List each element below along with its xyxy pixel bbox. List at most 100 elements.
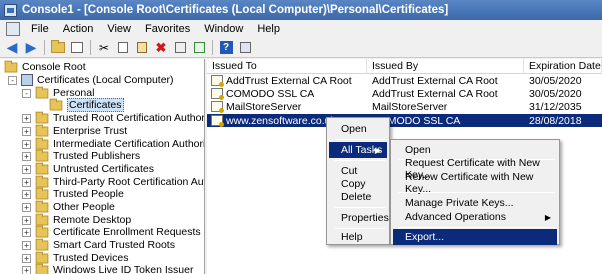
certificate-store-icon	[21, 74, 33, 86]
menu-item-delete[interactable]: Delete	[329, 189, 387, 205]
tree-node-store[interactable]: + Trusted People	[22, 187, 124, 200]
table-row-selected[interactable]: www.zensoftware.co.uk COMODO SSL CA 28/0…	[207, 114, 602, 127]
tree-node-store[interactable]: + Trusted Publishers	[22, 149, 140, 162]
toolbar: ◀ ▶ ✂ ✖ ?	[0, 38, 602, 58]
column-header-issued-by[interactable]: Issued By	[367, 59, 524, 74]
expand-icon[interactable]: +	[22, 126, 31, 136]
tree-node-store[interactable]: + Third-Party Root Certification Authori…	[22, 175, 204, 188]
submenu-arrow-icon: ▶	[374, 145, 381, 155]
system-menu-icon[interactable]	[6, 22, 20, 36]
menu-file[interactable]: File	[24, 23, 56, 35]
submenu-arrow-icon: ▶	[544, 212, 551, 222]
folder-icon	[35, 238, 49, 250]
toolbar-separator	[212, 40, 213, 55]
menu-view[interactable]: View	[100, 23, 138, 35]
submenu-item-advanced-operations-label: Advanced Operations	[405, 211, 506, 223]
cut-icon[interactable]: ✂	[95, 39, 113, 57]
column-header-expiration-date[interactable]: Expiration Date	[524, 59, 602, 74]
show-action-pane-icon[interactable]	[236, 39, 254, 57]
tree-node-store[interactable]: + Untrusted Certificates	[22, 162, 154, 175]
menu-separator	[399, 227, 555, 228]
submenu-item-renew-new-key[interactable]: Renew Certificate with New Key...	[393, 171, 557, 195]
tree-node-console-root[interactable]: Console Root	[4, 60, 86, 73]
menu-separator	[335, 207, 385, 208]
submenu-item-advanced-operations[interactable]: Advanced Operations ▶	[393, 209, 557, 225]
submenu-item-export[interactable]: Export...	[393, 229, 557, 245]
menu-item-all-tasks[interactable]: All Tasks ▶	[329, 142, 387, 158]
tree-node-certificates[interactable]: Certificates	[49, 98, 124, 112]
expand-icon[interactable]: +	[22, 202, 31, 212]
menu-item-open[interactable]: Open	[329, 121, 387, 137]
expand-icon[interactable]: +	[22, 253, 31, 263]
folder-icon	[35, 111, 49, 123]
menu-item-help[interactable]: Help	[329, 229, 387, 245]
column-header-issued-to[interactable]: Issued To	[207, 59, 367, 74]
menu-item-properties[interactable]: Properties	[329, 210, 389, 226]
folder-icon	[35, 187, 49, 199]
menu-action[interactable]: Action	[56, 23, 101, 35]
expand-icon[interactable]: +	[22, 164, 31, 174]
table-row[interactable]: MailStoreServer MailStoreServer 31/12/20…	[207, 100, 602, 113]
folder-icon	[35, 86, 49, 98]
collapse-icon[interactable]: -	[22, 88, 31, 98]
title-bar: Console1 - [Console Root\Certificates (L…	[0, 0, 602, 20]
issued-to-cell: MailStoreServer	[226, 100, 302, 113]
context-menu: Open All Tasks ▶ Cut Copy Delete Propert…	[326, 117, 390, 245]
expiration-cell: 31/12/2035	[529, 100, 582, 113]
expand-icon[interactable]: +	[22, 189, 31, 199]
collapse-icon[interactable]: -	[8, 75, 17, 85]
expand-icon[interactable]: +	[22, 265, 31, 274]
tree-node-store[interactable]: + Other People	[22, 200, 115, 213]
back-arrow-icon[interactable]: ◀	[3, 39, 21, 57]
table-row[interactable]: AddTrust External CA Root AddTrust Exter…	[207, 74, 602, 87]
menu-bar: File Action View Favorites Window Help	[0, 20, 602, 38]
tree-node-store[interactable]: + Intermediate Certification Authorities	[22, 137, 204, 150]
expand-icon[interactable]: +	[22, 215, 31, 225]
delete-icon[interactable]: ✖	[152, 39, 170, 57]
mmc-console-icon	[4, 3, 17, 17]
up-folder-icon[interactable]	[49, 39, 67, 57]
tree-node-store[interactable]: + Windows Live ID Token Issuer	[22, 263, 193, 274]
tree-node-store[interactable]: + Trusted Devices	[22, 251, 128, 264]
issued-to-cell: AddTrust External CA Root	[226, 74, 352, 87]
menu-favorites[interactable]: Favorites	[138, 23, 197, 35]
tree-node-store[interactable]: + Enterprise Trust	[22, 124, 127, 137]
folder-icon	[35, 137, 49, 149]
expand-icon[interactable]: +	[22, 113, 31, 123]
expand-icon[interactable]: +	[22, 227, 31, 237]
tree-node-store[interactable]: + Remote Desktop	[22, 213, 131, 226]
table-row[interactable]: COMODO SSL CA AddTrust External CA Root …	[207, 87, 602, 100]
menu-window[interactable]: Window	[197, 23, 250, 35]
menu-separator	[335, 160, 385, 161]
toolbar-separator	[90, 40, 91, 55]
toolbar-separator	[44, 40, 45, 55]
copy-icon[interactable]	[114, 39, 132, 57]
expiration-cell: 28/08/2018	[529, 114, 582, 127]
show-hide-tree-icon[interactable]	[68, 39, 86, 57]
folder-icon	[35, 213, 49, 225]
expand-icon[interactable]: +	[22, 151, 31, 161]
console-tree: Console Root - Certificates (Local Compu…	[0, 59, 205, 274]
expand-icon[interactable]: +	[22, 177, 31, 187]
expiration-cell: 30/05/2020	[529, 74, 582, 87]
tree-node-certificates-local[interactable]: - Certificates (Local Computer)	[8, 74, 174, 86]
help-icon[interactable]: ?	[217, 39, 235, 57]
folder-icon	[49, 98, 63, 110]
properties-icon[interactable]	[171, 39, 189, 57]
export-list-icon[interactable]	[190, 39, 208, 57]
folder-icon	[35, 162, 49, 174]
submenu-item-open[interactable]: Open	[393, 142, 557, 158]
expand-icon[interactable]: +	[22, 139, 31, 149]
expiration-cell: 30/05/2020	[529, 87, 582, 100]
folder-icon	[35, 200, 49, 212]
expand-icon[interactable]: +	[22, 240, 31, 250]
paste-icon[interactable]	[133, 39, 151, 57]
folder-icon	[35, 175, 49, 187]
certificate-icon	[211, 88, 224, 100]
forward-arrow-icon[interactable]: ▶	[22, 39, 40, 57]
menu-help[interactable]: Help	[250, 23, 287, 35]
tree-node-store[interactable]: + Certificate Enrollment Requests	[22, 225, 201, 238]
all-tasks-submenu: Open Request Certificate with New Key...…	[390, 139, 560, 245]
tree-node-store[interactable]: + Smart Card Trusted Roots	[22, 238, 175, 251]
tree-node-store[interactable]: + Trusted Root Certification Authorities	[22, 111, 204, 124]
